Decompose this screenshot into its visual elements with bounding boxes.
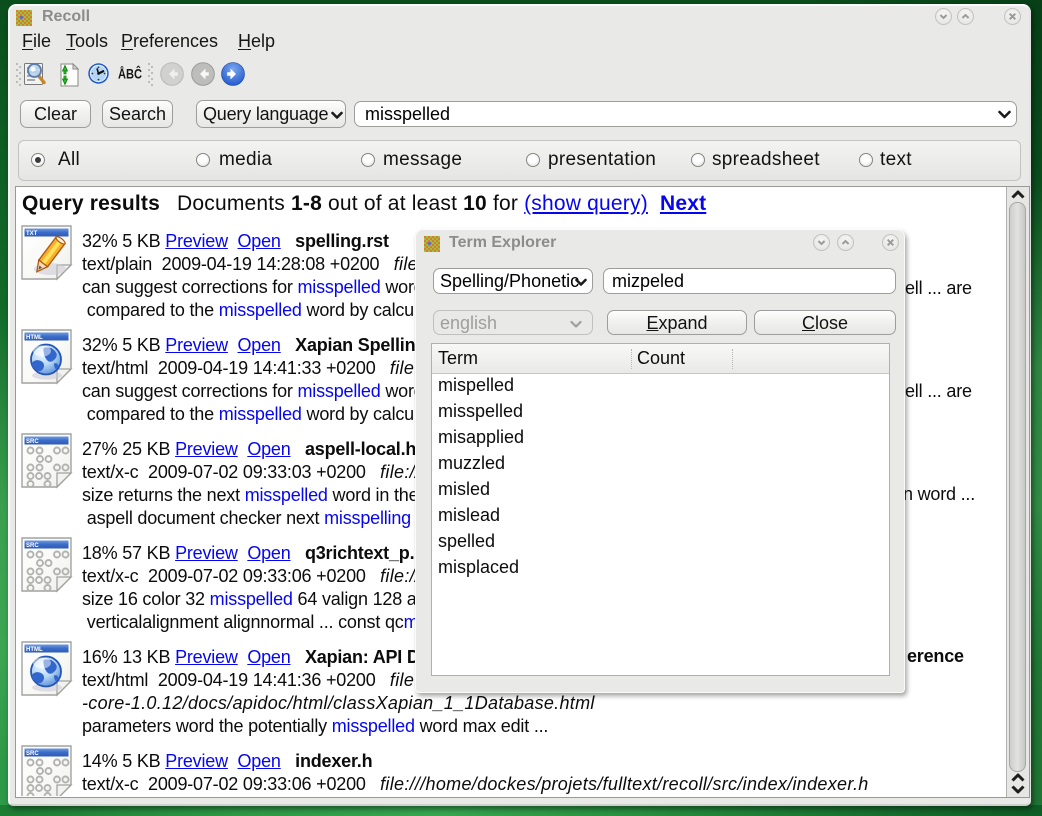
svg-text:ÅBĈ: ÅBĈ [118,65,142,82]
